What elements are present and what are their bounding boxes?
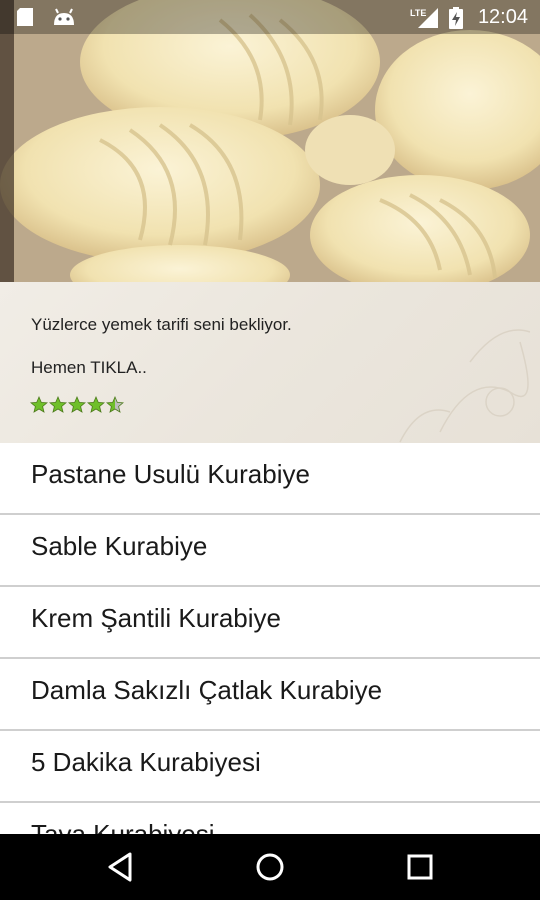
recipe-list-item[interactable]: Krem Şantili Kurabiye (0, 587, 540, 659)
cookies-illustration (0, 0, 540, 282)
battery-charging-icon (449, 7, 463, 29)
star-icon (106, 396, 124, 413)
recipe-list-item[interactable]: Sable Kurabiye (0, 515, 540, 587)
star-icon (68, 396, 86, 413)
hero-image (0, 0, 540, 282)
promo-banner[interactable]: Yüzlerce yemek tarifi seni bekliyor. Hem… (0, 282, 540, 443)
recipe-list-item[interactable]: Pastane Usulü Kurabiye (0, 443, 540, 515)
sd-card-icon (17, 8, 33, 26)
recipe-list-item[interactable]: Damla Sakızlı Çatlak Kurabiye (0, 659, 540, 731)
recipe-list-item[interactable]: 5 Dakika Kurabiyesi (0, 731, 540, 803)
recipe-title: 5 Dakika Kurabiyesi (31, 747, 261, 777)
promo-text: Yüzlerce yemek tarifi seni bekliyor. (31, 315, 292, 334)
star-icon (49, 396, 67, 413)
home-icon[interactable] (253, 850, 287, 884)
android-icon (54, 8, 74, 25)
recipe-title: Damla Sakızlı Çatlak Kurabiye (31, 675, 383, 705)
rating-stars (30, 396, 124, 413)
lte-signal-icon: LTE (410, 8, 438, 28)
back-icon[interactable] (104, 850, 138, 884)
network-type: LTE (410, 8, 426, 18)
recipe-title: Sable Kurabiye (31, 531, 208, 561)
star-icon (87, 396, 105, 413)
recents-icon[interactable] (403, 850, 437, 884)
promo-cta: Hemen TIKLA.. (31, 358, 147, 377)
star-icon (30, 396, 48, 413)
status-bar: LTE 12:04 (0, 0, 540, 34)
navigation-bar (0, 834, 540, 900)
recipe-title: Pastane Usulü Kurabiye (31, 459, 310, 489)
recipe-title: Krem Şantili Kurabiye (31, 603, 281, 633)
recipe-list: Pastane Usulü Kurabiye Sable Kurabiye Krem… (0, 443, 540, 875)
status-time: 12:04 (477, 6, 528, 28)
